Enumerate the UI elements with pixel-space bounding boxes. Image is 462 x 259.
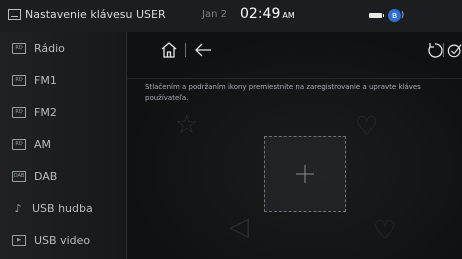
sidebar-item-dab[interactable]: DAB DAB — [0, 160, 126, 192]
video-icon: ▶ — [12, 234, 26, 246]
sidebar: RD Rádio RD FM1 RD FM2 RD AM DAB DAB ♪ U… — [0, 32, 127, 259]
sidebar-item-usb-music[interactable]: ♪ USB hudba — [0, 192, 126, 224]
background-decoration: ♡ — [355, 112, 379, 142]
sidebar-item-label: AM — [34, 137, 52, 151]
toolbar-divider — [127, 78, 462, 79]
music-note-icon: ♪ — [14, 201, 22, 215]
status-title: Nastavenie klávesu USER — [8, 8, 166, 21]
sidebar-item-radio[interactable]: RD Rádio — [0, 32, 126, 64]
sidebar-item-am[interactable]: RD AM — [0, 128, 126, 160]
toolbar-separator — [185, 43, 186, 57]
radio-icon: RD — [12, 106, 26, 118]
back-arrow-icon[interactable] — [193, 41, 213, 59]
bluetooth-signal-icon: ) — [401, 10, 405, 19]
status-time-value: 02:49 — [240, 6, 281, 22]
status-time-ampm: AM — [282, 11, 295, 20]
home-icon[interactable] — [160, 41, 178, 59]
radio-icon: RD — [12, 74, 26, 86]
sidebar-item-label: FM2 — [34, 105, 57, 119]
status-date: Jan 2 — [202, 9, 227, 20]
radio-icon: RD — [12, 42, 26, 54]
sidebar-item-fm1[interactable]: RD FM1 — [0, 64, 126, 96]
status-bar: Nastavenie klávesu USER Jan 2 02:49 AM ʙ … — [0, 0, 462, 32]
sidebar-item-label: USB hudba — [32, 201, 93, 215]
sidebar-item-label: DAB — [34, 169, 58, 183]
instruction-text: Stlačením a podržaním ikony premiestnite… — [145, 83, 421, 102]
sidebar-item-usb-video[interactable]: ▶ USB video — [0, 224, 126, 256]
confirm-check-icon[interactable] — [447, 41, 462, 59]
main-panel: Stlačením a podržaním ikony premiestnite… — [127, 32, 462, 259]
reset-icon[interactable] — [426, 41, 444, 59]
background-decoration: ◁ — [229, 212, 249, 242]
sidebar-item-label: FM1 — [34, 73, 57, 87]
dab-icon: DAB — [12, 170, 26, 182]
status-time: 02:49 AM — [240, 6, 295, 22]
bluetooth-icon: ʙ — [388, 9, 401, 22]
add-user-key-slot[interactable] — [264, 136, 346, 212]
background-decoration: ☆ — [175, 110, 199, 140]
sidebar-item-label: Rádio — [34, 41, 65, 55]
settings-key-icon — [8, 9, 21, 20]
toolbar — [127, 32, 462, 68]
status-title-text: Nastavenie klávesu USER — [25, 8, 166, 21]
sidebar-item-fm2[interactable]: RD FM2 — [0, 96, 126, 128]
plus-icon — [294, 163, 316, 185]
background-decoration: ♡ — [373, 216, 397, 246]
sidebar-item-label: USB video — [34, 233, 91, 247]
radio-icon: RD — [12, 138, 26, 150]
battery-icon — [369, 13, 384, 18]
toolbar-separator — [443, 43, 444, 57]
